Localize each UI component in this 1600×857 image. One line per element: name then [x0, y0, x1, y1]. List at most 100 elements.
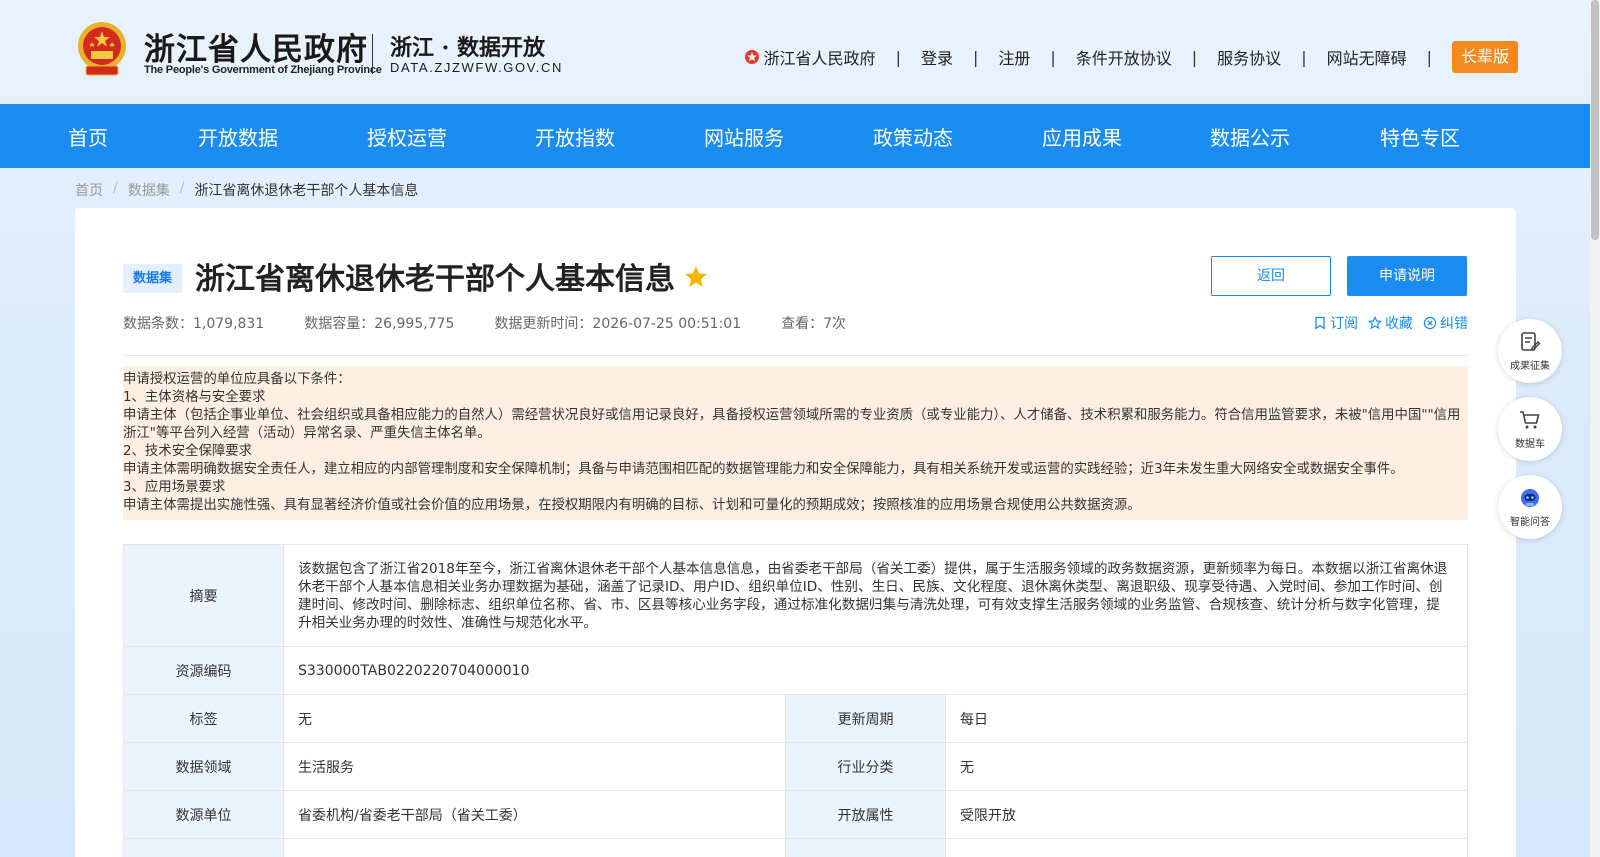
- header-divider: [372, 34, 373, 74]
- abstract-value: 该数据包含了浙江省2018年至今，浙江省离休退休老干部个人基本信息信息，由省委老…: [283, 544, 1468, 647]
- divider: [123, 355, 1468, 356]
- info-key: 更新周期: [785, 694, 946, 743]
- edit-document-icon: [1521, 332, 1541, 351]
- nav-special-zone[interactable]: 特色专区: [1380, 122, 1460, 151]
- link-separator: |: [895, 47, 901, 67]
- link-login[interactable]: 登录: [921, 45, 953, 69]
- top-links: 浙江省人民政府 | 登录 | 注册 | 条件开放协议 | 服务协议 | 网站无障…: [744, 40, 1518, 74]
- national-emblem-icon: [78, 22, 126, 76]
- application-conditions-notice: 申请授权运营的单位应具备以下条件： 1、主体资格与安全要求 申请主体（包括企事业…: [123, 366, 1468, 520]
- link-separator: |: [1191, 47, 1198, 67]
- resource-code-key: 资源编码: [123, 646, 284, 695]
- dataset-type-badge: 数据集: [123, 264, 183, 293]
- link-zj-gov[interactable]: 浙江省人民政府: [744, 45, 876, 69]
- report-error-button[interactable]: 纠错: [1423, 313, 1468, 333]
- nav-policy-news[interactable]: 政策动态: [873, 122, 1042, 151]
- info-key: 标签: [123, 694, 284, 743]
- smart-qa-label: 智能问答: [1510, 517, 1550, 528]
- info-key: 开放属性: [785, 790, 946, 839]
- breadcrumb: 首页 / 数据集 / 浙江省离休退休老干部个人基本信息: [75, 180, 418, 200]
- breadcrumb-separator: /: [179, 180, 185, 196]
- smart-qa-button[interactable]: 智能问答: [1498, 475, 1562, 539]
- nav-authorized-operation[interactable]: 授权运营: [367, 122, 535, 151]
- dataset-detail-card: 数据集 浙江省离休退休老干部个人基本信息 返回 申请说明 数据条数：1,079,…: [75, 208, 1516, 857]
- table-row: 摘要 该数据包含了浙江省2018年至今，浙江省离休退休老干部个人基本信息信息，由…: [123, 544, 1468, 647]
- notice-line: 1、主体资格与安全要求: [123, 390, 266, 405]
- nav-data-publicity[interactable]: 数据公示: [1210, 122, 1380, 151]
- open-data-domain: DATA.ZJZWFW.GOV.CN: [390, 60, 563, 75]
- achievement-collection-label: 成果征集: [1510, 361, 1550, 372]
- star-outline-icon: [1368, 316, 1382, 330]
- breadcrumb-current: 浙江省离休退休老干部个人基本信息: [194, 183, 419, 199]
- nav-open-data[interactable]: 开放数据: [198, 122, 367, 151]
- link-conditional-agreement[interactable]: 条件开放协议: [1076, 45, 1172, 69]
- info-value: 无: [945, 742, 1468, 791]
- link-register[interactable]: 注册: [998, 45, 1030, 69]
- dataset-stats: 数据条数：1,079,831 数据容量：26,995,775 数据更新时间：20…: [123, 313, 886, 333]
- apply-instructions-button[interactable]: 申请说明: [1347, 256, 1467, 296]
- table-row: [123, 838, 1468, 857]
- table-row: 标签 无 更新周期 每日: [123, 694, 1468, 743]
- dataset-actions: 订阅 收藏 纠错: [1303, 313, 1468, 333]
- table-row: 数据领域 生活服务 行业分类 无: [123, 742, 1468, 791]
- floating-toolbar: 成果征集 数据车 智能问答: [1498, 319, 1562, 553]
- link-separator: |: [1301, 47, 1307, 67]
- info-key: 数据领域: [123, 742, 284, 791]
- cart-icon: [1520, 411, 1540, 429]
- main-nav: 首页 开放数据 授权运营 开放指数 网站服务 政策动态 应用成果 数据公示 特色…: [0, 104, 1590, 168]
- back-button[interactable]: 返回: [1211, 256, 1331, 296]
- dataset-title: 浙江省离休退休老干部个人基本信息: [195, 262, 675, 297]
- info-key: [785, 838, 946, 857]
- breadcrumb-separator: /: [113, 180, 118, 196]
- elder-mode-button[interactable]: 长辈版: [1451, 41, 1518, 73]
- robot-icon: [1521, 489, 1539, 507]
- favorite-label: 收藏: [1385, 316, 1413, 332]
- nav-site-service[interactable]: 网站服务: [704, 122, 873, 151]
- stat-update-time: 数据更新时间：2026-07-25 00:51:01: [494, 316, 742, 332]
- info-value: 每日: [945, 694, 1468, 743]
- info-value: 生活服务: [283, 742, 786, 791]
- subscribe-button[interactable]: 订阅: [1313, 313, 1358, 333]
- notice-line: 申请授权运营的单位应具备以下条件：: [123, 372, 351, 387]
- link-accessibility[interactable]: 网站无障碍: [1327, 45, 1407, 69]
- info-value: 无: [283, 694, 786, 743]
- subscribe-label: 订阅: [1330, 316, 1358, 332]
- stat-record-count: 数据条数：1,079,831: [123, 316, 265, 332]
- table-row: 资源编码 S330000TAB0220220704000010: [123, 646, 1468, 695]
- dataset-info-table: 摘要 该数据包含了浙江省2018年至今，浙江省离休退休老干部个人基本信息信息，由…: [123, 544, 1468, 857]
- link-zj-gov-label: 浙江省人民政府: [763, 49, 876, 68]
- notice-line: 申请主体需提出实施性强、具有显著经济价值或社会价值的应用场景，在授权期限内有明确…: [123, 498, 1141, 513]
- notice-line: 申请主体（包括企事业单位、社会组织或具备相应能力的自然人）需经营状况良好或信用记…: [123, 408, 1461, 441]
- star-icon: [685, 266, 707, 287]
- notice-line: 申请主体需明确数据安全责任人，建立相应的内部管理制度和安全保障机制；具备与申请范…: [123, 462, 1404, 477]
- report-error-label: 纠错: [1440, 316, 1468, 332]
- open-data-title: 浙江 · 数据开放: [390, 35, 545, 61]
- gov-title: 浙江省人民政府: [144, 32, 368, 68]
- data-cart-button[interactable]: 数据车: [1498, 397, 1562, 461]
- notice-line: 3、应用场景要求: [123, 480, 226, 495]
- location-pin-icon: [744, 50, 759, 64]
- info-value: 省委机构/省委老干部局（省关工委）: [283, 790, 786, 839]
- stat-data-volume: 数据容量：26,995,775: [304, 316, 455, 332]
- resource-code-value: S330000TAB0220220704000010: [283, 646, 1468, 695]
- link-separator: |: [1050, 47, 1056, 67]
- scrollbar-thumb[interactable]: [1591, 0, 1599, 240]
- achievement-collection-button[interactable]: 成果征集: [1498, 319, 1562, 383]
- link-separator: |: [1426, 47, 1432, 67]
- abstract-key: 摘要: [123, 544, 284, 647]
- info-key: 数源单位: [123, 790, 284, 839]
- nav-home[interactable]: 首页: [68, 122, 198, 151]
- stat-views: 查看：7次: [781, 316, 847, 332]
- data-cart-label: 数据车: [1515, 439, 1545, 450]
- nav-open-index[interactable]: 开放指数: [535, 122, 704, 151]
- favorite-button[interactable]: 收藏: [1368, 313, 1413, 333]
- info-key: [123, 838, 284, 857]
- info-value: [945, 838, 1468, 857]
- breadcrumb-home[interactable]: 首页: [75, 180, 103, 200]
- breadcrumb-datasets[interactable]: 数据集: [128, 180, 170, 200]
- info-key: 行业分类: [785, 742, 946, 791]
- link-service-agreement[interactable]: 服务协议: [1217, 45, 1281, 69]
- bookmark-icon: [1315, 316, 1325, 330]
- link-separator: |: [972, 47, 979, 67]
- nav-applications[interactable]: 应用成果: [1042, 122, 1210, 151]
